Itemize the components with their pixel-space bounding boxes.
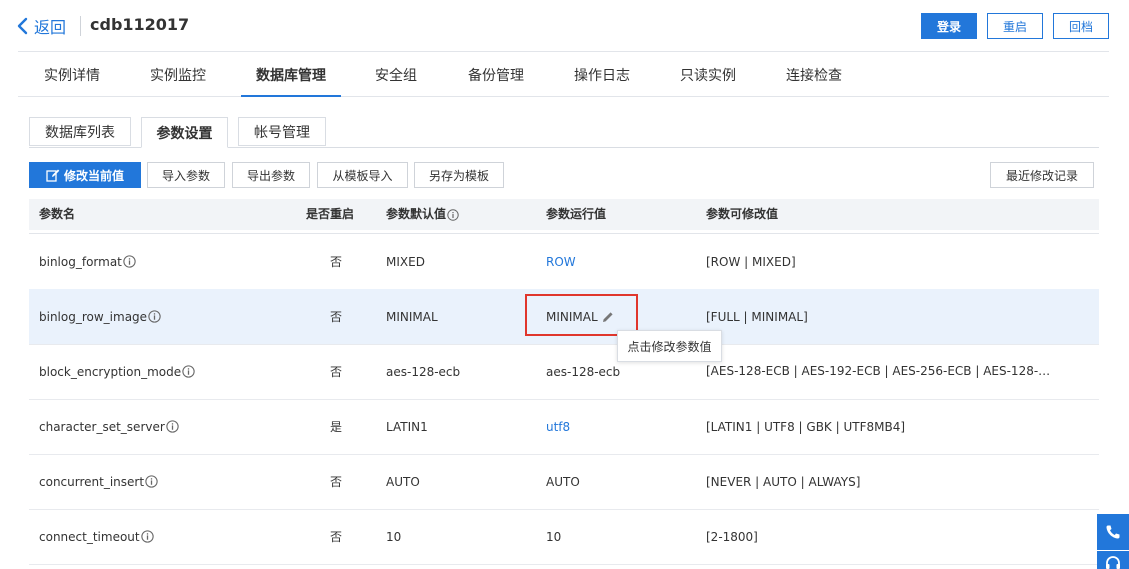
param-name: character_set_server	[39, 419, 165, 434]
import-from-template-button[interactable]: 从模板导入	[317, 162, 408, 188]
restart-cell: 否	[330, 255, 343, 269]
table-row: binlog_format 否 MIXED ROW [ROW | MIXED]	[29, 234, 1099, 290]
header-modifiable-values: 参数可修改值	[706, 207, 779, 221]
param-name-cell: connect_timeout	[39, 509, 154, 564]
header-default-value: 参数默认值	[386, 199, 459, 230]
modifiable-values-cell: [2-1800]	[706, 529, 758, 544]
active-tab-underline	[241, 95, 341, 97]
modify-current-value-button[interactable]: 修改当前值	[29, 162, 141, 188]
edit-icon	[46, 169, 60, 182]
back-label: 返回	[34, 18, 67, 37]
default-value-cell: LATIN1	[386, 419, 428, 434]
param-name: concurrent_insert	[39, 474, 145, 489]
running-value-cell[interactable]: utf8	[546, 399, 570, 454]
save-as-template-button[interactable]: 另存为模板	[414, 162, 504, 188]
subtab-database-list[interactable]: 数据库列表	[29, 117, 131, 146]
header-default-value-label: 参数默认值	[386, 207, 447, 221]
restart-cell: 否	[330, 365, 343, 379]
tab-connection-check[interactable]: 连接检查	[779, 52, 849, 96]
info-icon[interactable]	[447, 208, 459, 221]
header-running-value: 参数运行值	[546, 207, 607, 221]
modify-current-value-label: 修改当前值	[63, 168, 124, 183]
rollback-button[interactable]: 回档	[1053, 13, 1109, 39]
info-icon[interactable]	[140, 530, 154, 543]
modifiable-values-cell: [AES-128-ECB | AES-192-ECB | AES-256-ECB…	[706, 364, 1051, 378]
restart-cell: 否	[330, 530, 343, 544]
phone-icon	[1106, 525, 1120, 539]
restart-cell: 是	[330, 420, 343, 434]
modifiable-values-cell: [ROW | MIXED]	[706, 254, 796, 269]
subtab-account-management[interactable]: 帐号管理	[238, 117, 326, 146]
info-icon[interactable]	[166, 420, 179, 433]
param-name-cell: binlog_row_image	[39, 289, 161, 344]
running-value-cell[interactable]: aes-128-ecb	[546, 344, 620, 399]
running-value-cell[interactable]: ROW	[546, 234, 576, 289]
subtab-parameter-settings[interactable]: 参数设置	[141, 117, 228, 148]
tab-security-group[interactable]: 安全组	[368, 52, 424, 96]
modifiable-values-cell: [NEVER | AUTO | ALWAYS]	[706, 474, 861, 489]
param-name: connect_timeout	[39, 529, 140, 544]
chevron-left-icon	[17, 17, 28, 35]
tab-database-management[interactable]: 数据库管理	[241, 52, 341, 97]
headset-icon	[1106, 556, 1120, 569]
default-value-cell: MINIMAL	[386, 309, 438, 324]
header-needs-restart: 是否重启	[306, 207, 355, 221]
page-header: 返回 cdb112017 登录 重启 回档	[0, 0, 1129, 52]
info-icon[interactable]	[182, 365, 195, 378]
edit-tooltip: 点击修改参数值	[617, 330, 722, 362]
login-button[interactable]: 登录	[921, 13, 977, 39]
param-name: binlog_format	[39, 254, 122, 269]
header-divider	[80, 16, 81, 36]
import-params-button[interactable]: 导入参数	[147, 162, 225, 188]
tab-instance-monitor[interactable]: 实例监控	[138, 52, 218, 96]
param-name-cell: concurrent_insert	[39, 454, 158, 509]
default-value-cell: aes-128-ecb	[386, 364, 461, 379]
info-icon[interactable]	[123, 255, 136, 268]
param-name: block_encryption_mode	[39, 364, 182, 379]
table-row: block_encryption_mode 否 aes-128-ecb aes-…	[29, 344, 1099, 400]
param-name: binlog_row_image	[39, 309, 148, 324]
export-params-button[interactable]: 导出参数	[232, 162, 310, 188]
table-row: connect_timeout 否 10 10 [2-1800]	[29, 509, 1099, 565]
back-link[interactable]: 返回	[16, 14, 66, 38]
info-icon[interactable]	[148, 310, 161, 323]
running-value-cell[interactable]: 10	[546, 509, 561, 564]
default-value-cell: 10	[386, 529, 402, 544]
tab-instance-details[interactable]: 实例详情	[32, 52, 112, 96]
phone-support-button[interactable]	[1097, 514, 1129, 550]
headset-support-button[interactable]	[1097, 551, 1129, 569]
sub-tabs: 数据库列表 参数设置 帐号管理	[29, 117, 1099, 148]
table-row: character_set_server 是 LATIN1 utf8 [LATI…	[29, 399, 1099, 455]
tab-operation-log[interactable]: 操作日志	[567, 52, 637, 96]
param-name-cell: binlog_format	[39, 234, 136, 289]
param-name-cell: block_encryption_mode	[39, 344, 195, 399]
param-name-cell: character_set_server	[39, 399, 179, 454]
running-value-cell[interactable]: AUTO	[546, 454, 580, 509]
header-param-name: 参数名	[39, 207, 76, 221]
modifiable-values-cell: [LATIN1 | UTF8 | GBK | UTF8MB4]	[706, 419, 906, 434]
main-tabs: 实例详情 实例监控 数据库管理 安全组 备份管理 操作日志 只读实例 连接检查	[18, 52, 1109, 97]
tab-database-management-label: 数据库管理	[256, 68, 326, 84]
default-value-cell: AUTO	[386, 474, 420, 489]
recent-changes-button[interactable]: 最近修改记录	[990, 162, 1094, 188]
table-row: concurrent_insert 否 AUTO AUTO [NEVER | A…	[29, 454, 1099, 510]
tab-readonly-instance[interactable]: 只读实例	[673, 52, 743, 96]
restart-cell: 否	[330, 310, 343, 324]
info-icon[interactable]	[145, 475, 158, 488]
instance-title: cdb112017	[90, 15, 190, 34]
tab-backup-management[interactable]: 备份管理	[461, 52, 531, 96]
restart-cell: 否	[330, 475, 343, 489]
default-value-cell: MIXED	[386, 254, 425, 269]
table-header: 参数名 是否重启 参数默认值 参数运行值 参数可修改值	[29, 199, 1099, 230]
restart-button[interactable]: 重启	[987, 13, 1043, 39]
